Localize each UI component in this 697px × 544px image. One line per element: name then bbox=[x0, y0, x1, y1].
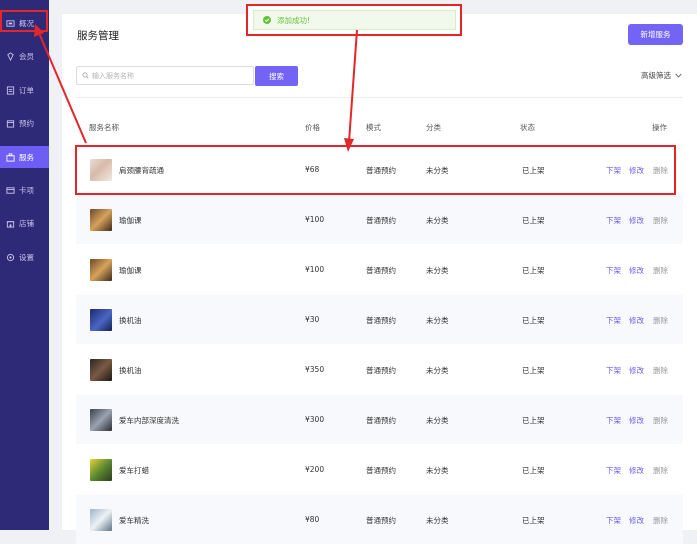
annotation-arrow-to-row bbox=[348, 29, 358, 143]
annotation-arrows bbox=[34, 24, 358, 152]
annotation-arrow-to-nav bbox=[38, 32, 87, 144]
annotation-arrowhead-row bbox=[344, 138, 354, 152]
